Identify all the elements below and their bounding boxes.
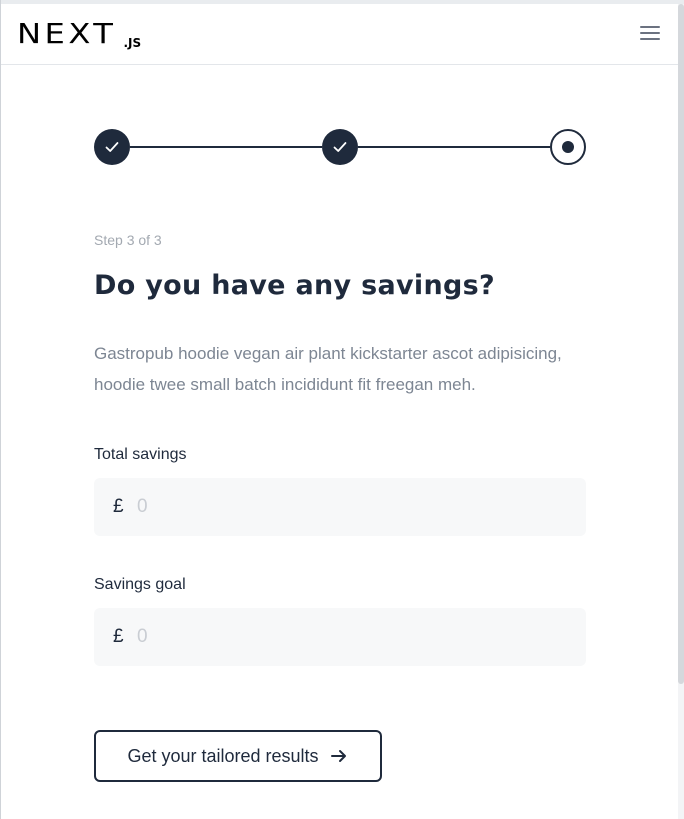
arrow-right-icon: [329, 746, 349, 766]
stepper-connector: [130, 146, 322, 148]
total-savings-input[interactable]: [137, 496, 557, 518]
check-icon: [105, 142, 119, 152]
page-title: Do you have any savings?: [94, 270, 495, 301]
logo-suffix: .JS: [123, 36, 142, 50]
step-1-complete: [94, 129, 130, 165]
stepper-connector: [358, 146, 550, 148]
site-header: NEXT .JS: [1, 4, 678, 65]
nextjs-logo[interactable]: NEXT .JS: [17, 17, 142, 51]
page-description: Gastropub hoodie vegan air plant kicksta…: [94, 344, 562, 394]
savings-goal-input[interactable]: [137, 626, 557, 648]
progress-stepper: [94, 129, 586, 165]
dot-icon: [562, 141, 574, 153]
savings-goal-field[interactable]: £: [94, 608, 586, 666]
step-counter: Step 3 of 3: [94, 232, 162, 248]
get-results-label: Get your tailored results: [127, 745, 319, 766]
step-3-current: [550, 129, 586, 165]
check-icon: [333, 142, 347, 152]
get-results-button[interactable]: Get your tailored results: [94, 730, 382, 782]
savings-goal-label: Savings goal: [94, 576, 186, 593]
step-2-complete: [322, 129, 358, 165]
scrollbar-thumb[interactable]: [678, 4, 684, 684]
window-left-border: [0, 0, 1, 819]
hamburger-menu-icon[interactable]: [640, 26, 660, 42]
total-savings-field[interactable]: £: [94, 478, 586, 536]
currency-symbol: £: [113, 626, 124, 647]
currency-symbol: £: [113, 496, 124, 517]
total-savings-label: Total savings: [94, 446, 187, 463]
logo-wordmark: NEXT: [17, 17, 117, 50]
